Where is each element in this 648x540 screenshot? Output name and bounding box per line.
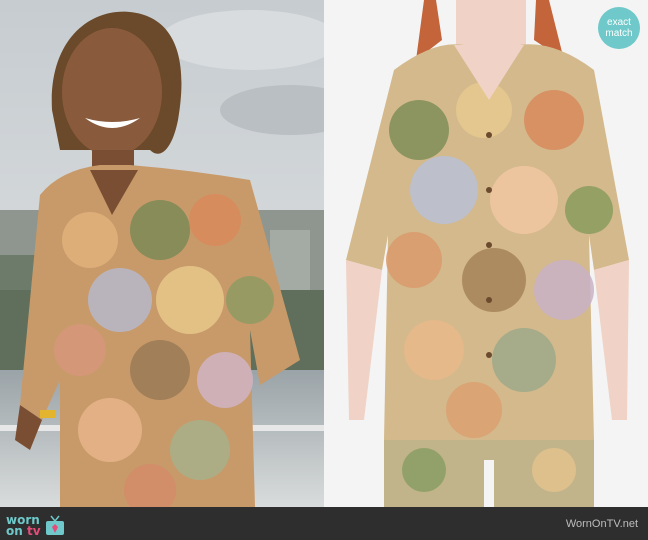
product-photo xyxy=(324,0,648,507)
logo-tv-text: tv xyxy=(26,523,41,538)
tv-icon xyxy=(45,515,64,535)
tv-screenshot-illustration xyxy=(0,0,324,507)
logo-on-text: on xyxy=(6,523,23,538)
exact-match-badge: exact match xyxy=(598,7,640,49)
site-credit: WornOnTV.net xyxy=(565,517,638,530)
tv-screenshot-photo xyxy=(0,0,324,507)
logo-wordmark: worn on tv xyxy=(6,514,41,538)
footer-bar: worn on tv WornOnTV.net xyxy=(0,507,648,540)
badge-line-1: exact xyxy=(607,17,631,28)
site-logo[interactable]: worn on tv xyxy=(6,511,66,537)
product-illustration xyxy=(324,0,648,507)
badge-line-2: match xyxy=(605,28,633,39)
